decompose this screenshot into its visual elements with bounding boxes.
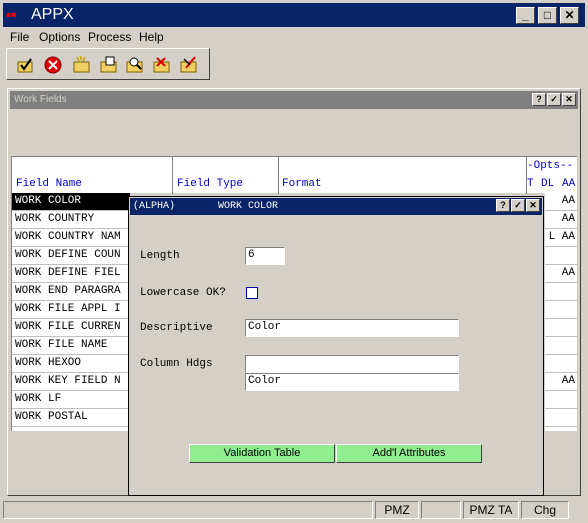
field-row-options: AA [545, 265, 577, 283]
app-logo-icon: ▪▪ [6, 10, 17, 19]
menu-process[interactable]: Process [88, 30, 131, 44]
status-message [3, 501, 373, 519]
status-pmz: PMZ [375, 501, 419, 519]
status-bar: PMZ PMZ TA Chg [3, 500, 585, 520]
field-row[interactable]: WORK DEFINE COUN [12, 247, 130, 265]
status-chg: Chg [521, 501, 569, 519]
window-title-bar[interactable]: ▪▪ APPX _ □ ✕ [3, 3, 585, 27]
length-label: Length [140, 250, 180, 262]
grid-header: Field Name Field Type Format -Opts-- T D… [11, 156, 577, 194]
field-row-options [545, 409, 577, 427]
field-row[interactable]: WORK COUNTRY NAM [12, 229, 130, 247]
header-opts: -Opts-- [527, 160, 574, 172]
work-fields-title-bar[interactable]: Work Fields ? ✓ ✕ [10, 91, 578, 109]
header-opt-dl: DL [541, 178, 555, 190]
lowercase-checkbox[interactable] [246, 287, 258, 299]
field-row[interactable]: WORK FILE APPL I [12, 301, 130, 319]
dialog-field-name: WORK COLOR [218, 201, 279, 212]
dialog-title-bar[interactable]: (ALPHA) WORK COLOR ? ✓ ✕ [130, 198, 542, 215]
close-button[interactable]: ✕ [560, 7, 579, 24]
dialog-field-type: (ALPHA) [133, 201, 176, 212]
menu-options[interactable]: Options [39, 30, 80, 44]
field-row[interactable]: WORK DEFINE FIEL [12, 265, 130, 283]
status-pmz-ta: PMZ TA [463, 501, 519, 519]
maximize-button[interactable]: □ [538, 7, 557, 24]
new-folder-icon[interactable] [71, 54, 93, 76]
column-heading-2-field[interactable]: Color [245, 373, 459, 391]
lowercase-label: Lowercase OK? [140, 287, 226, 299]
header-field-type: Field Type [177, 178, 244, 190]
field-row-options: AA [545, 193, 577, 211]
field-row-options: AA [545, 211, 577, 229]
column-hdgs-label: Column Hdgs [140, 358, 213, 370]
descriptive-label: Descriptive [140, 322, 213, 334]
field-row-options: L AA [545, 229, 577, 247]
search-folder-icon[interactable] [124, 54, 146, 76]
minimize-button[interactable]: _ [516, 7, 535, 24]
cancel-icon[interactable] [42, 54, 64, 76]
field-detail-dialog: (ALPHA) WORK COLOR ? ✓ ✕ Length 6 Lowerc… [128, 196, 544, 496]
toolbar [6, 48, 210, 80]
field-row[interactable]: WORK POSTAL [12, 409, 130, 427]
work-fields-title: Work Fields [14, 94, 67, 105]
field-row-options [545, 247, 577, 265]
additional-attributes-button[interactable]: Add'l Attributes [336, 444, 482, 463]
field-row[interactable]: WORK END PARAGRA [12, 283, 130, 301]
field-row[interactable]: WORK FILE NAME [12, 337, 130, 355]
field-row[interactable]: WORK COLOR [12, 193, 130, 211]
field-row[interactable]: WORK COUNTRY [12, 211, 130, 229]
menu-help[interactable]: Help [139, 30, 164, 44]
field-row-options [545, 319, 577, 337]
help-button[interactable]: ? [496, 199, 510, 212]
ok-button[interactable]: ✓ [511, 199, 525, 212]
field-row-options [545, 283, 577, 301]
open-folder-icon[interactable] [98, 54, 120, 76]
field-row[interactable]: WORK FILE CURREN [12, 319, 130, 337]
column-heading-1-field[interactable] [245, 355, 459, 373]
close-button[interactable]: ✕ [562, 93, 576, 106]
edit-folder-icon[interactable] [178, 54, 200, 76]
descriptive-field[interactable]: Color [245, 319, 459, 337]
header-opt-aa: AA [562, 178, 576, 190]
field-list: WORK COLOR WORK COUNTRY WORK COUNTRY NAM WO… [11, 193, 130, 431]
header-field-name: Field Name [16, 178, 83, 190]
menu-bar: File Options Process Help [3, 28, 585, 46]
close-button[interactable]: ✕ [526, 199, 540, 212]
field-row-options [545, 355, 577, 373]
field-row-options: AA [545, 373, 577, 391]
field-row-options [545, 301, 577, 319]
menu-file[interactable]: File [10, 30, 29, 44]
length-field[interactable]: 6 [245, 247, 285, 265]
field-row[interactable]: WORK LF [12, 391, 130, 409]
field-row[interactable]: WORK HEXOO [12, 355, 130, 373]
field-row-options [545, 337, 577, 355]
field-row[interactable]: WORK KEY FIELD N [12, 373, 130, 391]
check-folder-icon[interactable] [15, 54, 37, 76]
validation-table-button[interactable]: Validation Table [189, 444, 335, 463]
help-button[interactable]: ? [532, 93, 546, 106]
header-format: Format [282, 178, 322, 190]
status-blank [421, 501, 461, 519]
header-opt-t: T [527, 178, 534, 190]
delete-folder-icon[interactable] [151, 54, 173, 76]
ok-button[interactable]: ✓ [547, 93, 561, 106]
options-column: AA AA L AA AA AA [545, 193, 577, 431]
field-row-options [545, 391, 577, 409]
window-title: APPX [31, 6, 74, 23]
